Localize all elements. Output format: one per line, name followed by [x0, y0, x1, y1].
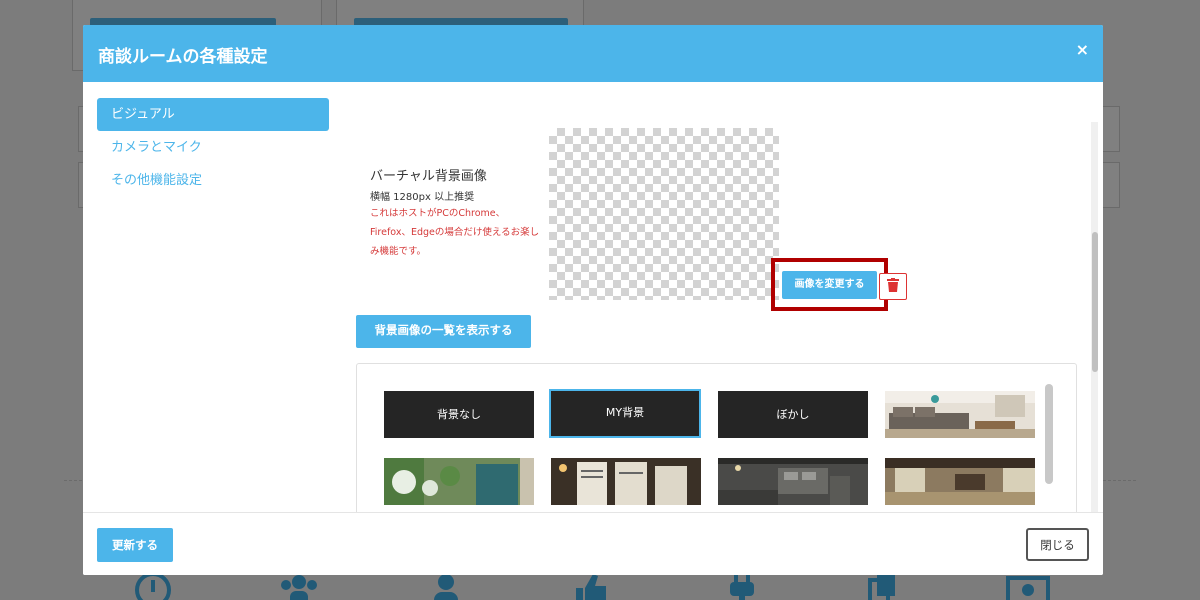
background-tile-japanese-room[interactable]: [885, 458, 1035, 505]
background-tile-living-room[interactable]: [885, 391, 1035, 438]
background-tile-blur[interactable]: ぼかし: [718, 391, 868, 438]
plug-icon: [724, 572, 760, 600]
background-tile-cafe-menu[interactable]: [551, 458, 701, 505]
files-icon: [865, 572, 901, 600]
background-tile-garden[interactable]: [384, 458, 534, 505]
modal-scrollbar[interactable]: [1092, 232, 1098, 372]
modal-title: 商談ルームの各種設定: [98, 47, 268, 67]
modal-body: ビジュアル カメラとマイク その他機能設定 バーチャル背景画像 横幅 1280p…: [83, 82, 1103, 512]
background-card: [1100, 162, 1120, 208]
update-button[interactable]: 更新する: [97, 528, 173, 562]
thumbs-up-icon: [573, 572, 609, 600]
user-icon: [428, 572, 464, 600]
background-tile-brick-room[interactable]: [718, 458, 868, 505]
background-gallery: 背景なし MY背景 ぼかし: [356, 363, 1077, 512]
background-card: [1100, 106, 1120, 152]
background-tile-my[interactable]: MY背景: [549, 389, 701, 438]
close-icon[interactable]: ×: [1076, 40, 1089, 59]
delete-image-button[interactable]: [879, 273, 907, 300]
modal-footer: 更新する 閉じる: [83, 512, 1103, 575]
trash-icon: [887, 278, 899, 295]
group-icon: [278, 572, 320, 600]
gallery-scrollbar[interactable]: [1045, 384, 1053, 484]
sidebar-item-other-settings[interactable]: その他機能設定: [97, 164, 329, 197]
money-icon: [1006, 572, 1050, 600]
clock-icon: [135, 572, 171, 600]
modal-header: 商談ルームの各種設定 ×: [83, 25, 1103, 82]
change-image-button[interactable]: 画像を変更する: [782, 271, 877, 299]
show-background-list-button[interactable]: 背景画像の一覧を表示する: [356, 315, 531, 348]
background-preview: [549, 128, 779, 300]
close-button[interactable]: 閉じる: [1026, 528, 1089, 561]
settings-modal: 商談ルームの各種設定 × ビジュアル カメラとマイク その他機能設定 バーチャル…: [83, 25, 1103, 575]
background-tile-none[interactable]: 背景なし: [384, 391, 534, 438]
virtual-background-note: これはホストがPCのChrome、Firefox、Edgeの場合だけ使えるお楽し…: [370, 208, 540, 257]
virtual-background-title: バーチャル背景画像: [370, 169, 487, 184]
virtual-background-size-hint: 横幅 1280px 以上推奨: [370, 192, 475, 203]
sidebar-item-camera-mic[interactable]: カメラとマイク: [97, 131, 329, 164]
sidebar-item-visual[interactable]: ビジュアル: [97, 98, 329, 131]
